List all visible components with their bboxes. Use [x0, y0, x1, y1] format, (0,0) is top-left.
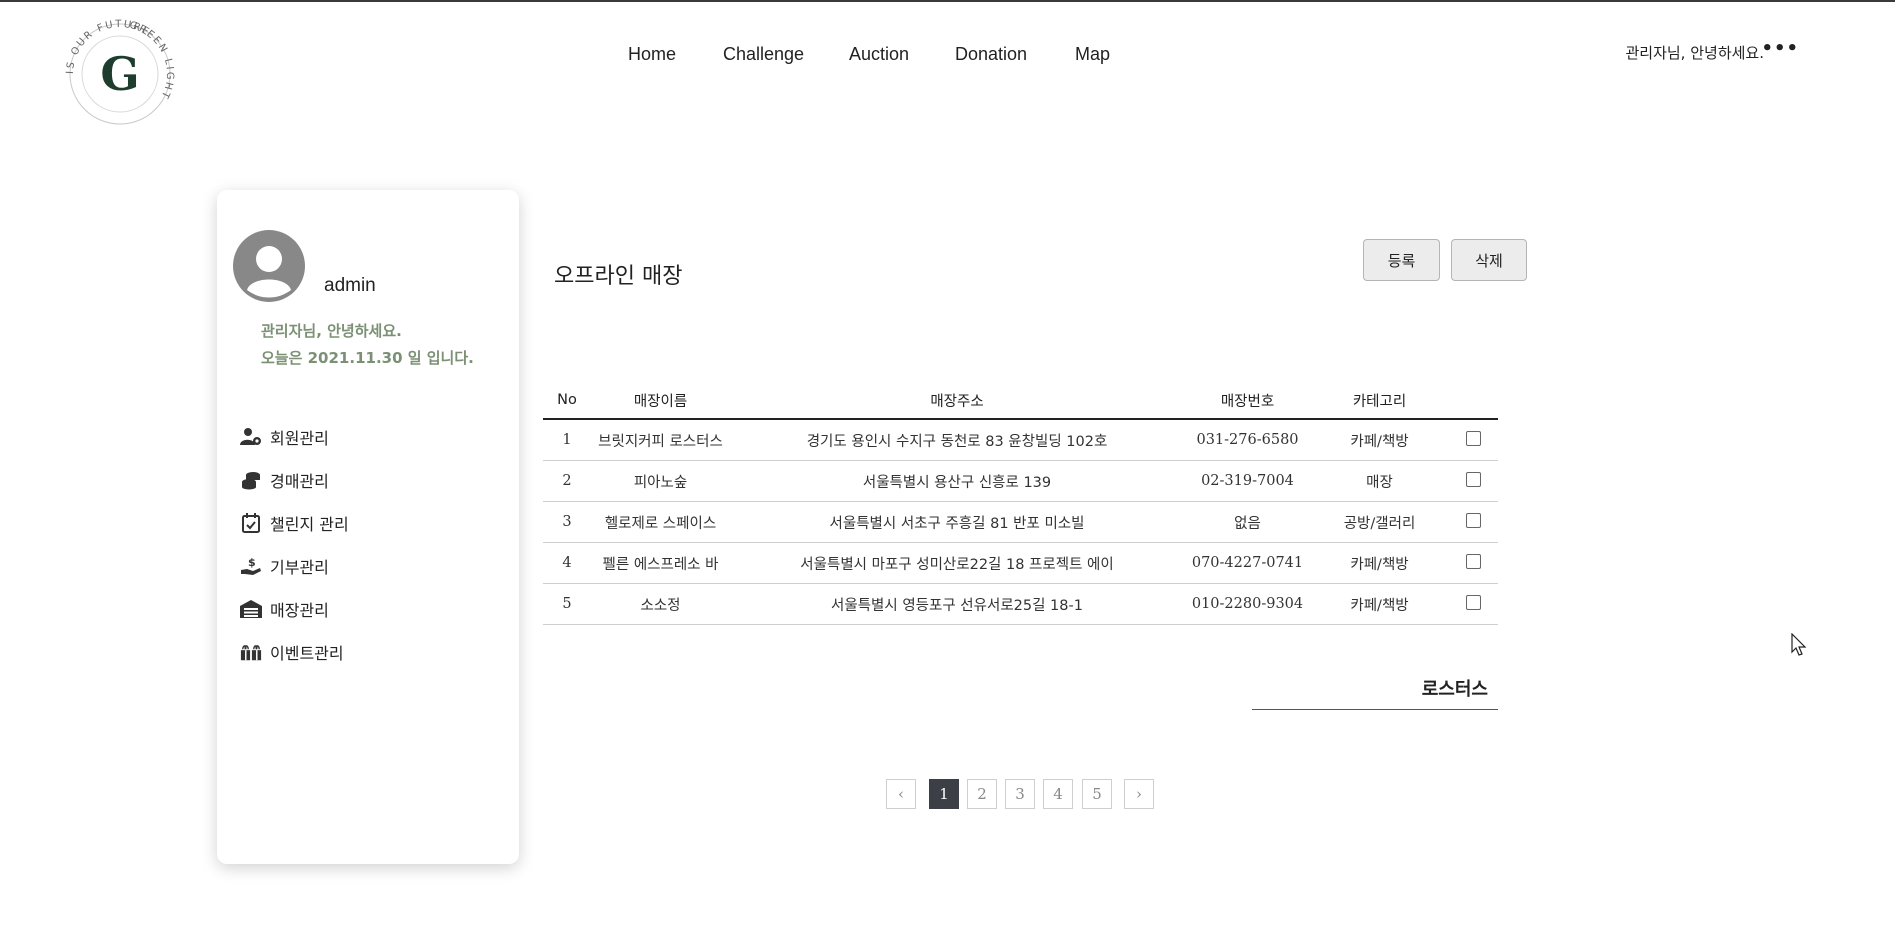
cell-address: 서울특별시 용산구 신흥로 139	[730, 460, 1184, 502]
green-light-logo[interactable]: GREEN LIGHT IS OUR FUTURE G	[60, 14, 180, 134]
welcome-message: 관리자님, 안녕하세요. 오늘은 2021.11.30 일 입니다.	[261, 318, 474, 372]
column-header-category: 카테고리	[1311, 382, 1448, 420]
cell-no: 3	[543, 501, 591, 543]
calendar-check-icon	[240, 512, 262, 534]
search-value: 로스터스	[1421, 679, 1488, 700]
cell-address: 경기도 용인시 수지구 동천로 83 윤창빌딩 102호	[730, 419, 1184, 461]
admin-menu: 회원관리 경매관리 챌린지 관리 $ 기부관리 매장관리 이벤트관리	[240, 415, 349, 673]
row-checkbox[interactable]	[1465, 512, 1481, 528]
cell-phone: 031-276-6580	[1184, 419, 1311, 461]
coins-icon	[240, 469, 262, 491]
cell-address: 서울특별시 영등포구 선유서로25길 18-1	[730, 583, 1184, 625]
search-field[interactable]: 로스터스	[1252, 675, 1498, 710]
menu-label: 기부관리	[270, 557, 329, 577]
column-header-address: 매장주소	[730, 382, 1184, 420]
table-row[interactable]: 5 소소정 서울특별시 영등포구 선유서로25길 18-1 010-2280-9…	[543, 583, 1498, 625]
cell-no: 5	[543, 583, 591, 625]
main-nav: Home Challenge Auction Donation Map	[0, 44, 1895, 68]
column-header-name: 매장이름	[591, 382, 730, 420]
page-3[interactable]: 3	[1005, 779, 1035, 809]
nav-donation[interactable]: Donation	[955, 44, 1027, 65]
cell-select	[1448, 501, 1498, 543]
next-page-button[interactable]: ›	[1124, 779, 1154, 809]
cell-name: 펠른 에스프레소 바	[591, 542, 730, 584]
store-table: No 매장이름 매장주소 매장번호 카테고리 1 브릿지커피 로스터스 경기도 …	[543, 382, 1498, 625]
pagination: ‹ 1 2 3 4 5 ›	[0, 779, 1895, 811]
table-row[interactable]: 4 펠른 에스프레소 바 서울특별시 마포구 성미산로22길 18 프로젝트 에…	[543, 542, 1498, 584]
cell-category: 카페/책방	[1311, 419, 1448, 461]
more-menu-button[interactable]: •••	[1761, 38, 1799, 59]
user-gear-icon	[240, 426, 262, 448]
cell-phone: 02-319-7004	[1184, 460, 1311, 502]
nav-auction[interactable]: Auction	[849, 44, 909, 65]
cell-category: 카페/책방	[1311, 583, 1448, 625]
cell-address: 서울특별시 서초구 주흥길 81 반포 미소빌	[730, 501, 1184, 543]
cell-category: 카페/책방	[1311, 542, 1448, 584]
welcome-date: 오늘은 2021.11.30 일 입니다.	[261, 349, 474, 367]
welcome-line-1: 관리자님, 안녕하세요.	[261, 322, 402, 340]
cell-address: 서울특별시 마포구 성미산로22길 18 프로젝트 에이	[730, 542, 1184, 584]
menu-label: 챌린지 관리	[270, 514, 349, 534]
cell-name: 피아노숲	[591, 460, 730, 502]
column-header-phone: 매장번호	[1184, 382, 1311, 420]
nav-map[interactable]: Map	[1075, 44, 1110, 65]
cell-category: 매장	[1311, 460, 1448, 502]
table-row[interactable]: 3 헬로제로 스페이스 서울특별시 서초구 주흥길 81 반포 미소빌 없음 공…	[543, 501, 1498, 543]
menu-auction-management[interactable]: 경매관리	[240, 458, 349, 501]
menu-label: 회원관리	[270, 428, 329, 448]
table-row[interactable]: 1 브릿지커피 로스터스 경기도 용인시 수지구 동천로 83 윤창빌딩 102…	[543, 419, 1498, 461]
menu-label: 경매관리	[270, 471, 329, 491]
svg-text:$: $	[248, 556, 256, 569]
cell-phone: 070-4227-0741	[1184, 542, 1311, 584]
menu-store-management[interactable]: 매장관리	[240, 587, 349, 630]
prev-page-button[interactable]: ‹	[886, 779, 916, 809]
column-header-select	[1448, 382, 1498, 420]
cell-no: 4	[543, 542, 591, 584]
page-title: 오프라인 매장	[554, 264, 683, 289]
cell-select	[1448, 419, 1498, 461]
page-4[interactable]: 4	[1043, 779, 1073, 809]
row-checkbox[interactable]	[1465, 553, 1481, 569]
menu-donation-management[interactable]: $ 기부관리	[240, 544, 349, 587]
page-2[interactable]: 2	[967, 779, 997, 809]
register-button[interactable]: 등록	[1363, 239, 1440, 281]
page-1[interactable]: 1	[929, 779, 959, 809]
cell-phone: 없음	[1184, 501, 1311, 543]
cell-select	[1448, 460, 1498, 502]
row-checkbox[interactable]	[1465, 471, 1481, 487]
cell-select	[1448, 583, 1498, 625]
mouse-cursor-icon	[1791, 633, 1807, 656]
menu-label: 매장관리	[270, 600, 329, 620]
cell-select	[1448, 542, 1498, 584]
admin-sidebar: admin 관리자님, 안녕하세요. 오늘은 2021.11.30 일 입니다.…	[217, 190, 519, 864]
cell-no: 2	[543, 460, 591, 502]
cell-category: 공방/갤러리	[1311, 501, 1448, 543]
admin-username: admin	[324, 275, 376, 296]
cell-name: 헬로제로 스페이스	[591, 501, 730, 543]
menu-member-management[interactable]: 회원관리	[240, 415, 349, 458]
menu-label: 이벤트관리	[270, 643, 344, 663]
hand-dollar-icon: $	[240, 555, 262, 577]
nav-home[interactable]: Home	[628, 44, 676, 65]
menu-challenge-management[interactable]: 챌린지 관리	[240, 501, 349, 544]
table-row[interactable]: 2 피아노숲 서울특별시 용산구 신흥로 139 02-319-7004 매장	[543, 460, 1498, 502]
header-greeting: 관리자님, 안녕하세요.	[1625, 44, 1764, 62]
cell-name: 브릿지커피 로스터스	[591, 419, 730, 461]
avatar-icon	[233, 230, 305, 302]
column-header-no: No	[543, 382, 591, 420]
cell-no: 1	[543, 419, 591, 461]
table-header-row: No 매장이름 매장주소 매장번호 카테고리	[543, 382, 1498, 420]
warehouse-icon	[240, 598, 262, 620]
menu-event-management[interactable]: 이벤트관리	[240, 630, 349, 673]
nav-challenge[interactable]: Challenge	[723, 44, 804, 65]
row-checkbox[interactable]	[1465, 430, 1481, 446]
delete-button[interactable]: 삭제	[1451, 239, 1527, 281]
gift-icon	[240, 641, 262, 663]
row-checkbox[interactable]	[1465, 594, 1481, 610]
cell-name: 소소정	[591, 583, 730, 625]
cell-phone: 010-2280-9304	[1184, 583, 1311, 625]
page-5[interactable]: 5	[1082, 779, 1112, 809]
